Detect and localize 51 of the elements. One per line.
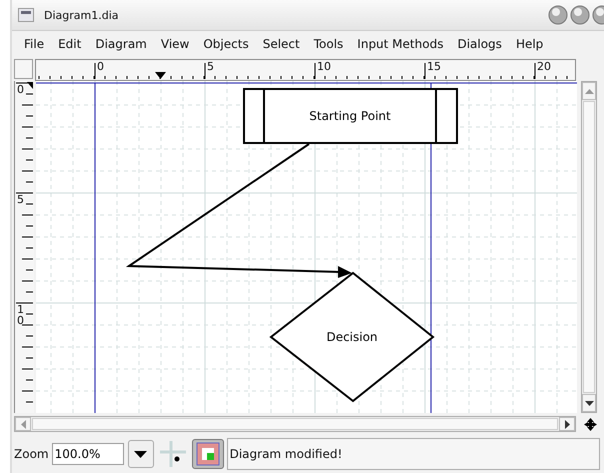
scroll-thumb[interactable]: [583, 101, 595, 393]
shape-label: Decision: [326, 330, 378, 344]
window-button-icon[interactable]: [592, 5, 604, 25]
zoom-field[interactable]: 100.0%: [52, 443, 124, 465]
down-arrow-icon: [584, 400, 594, 406]
menu-item[interactable]: Help: [510, 37, 552, 51]
up-arrow-icon: [584, 88, 594, 94]
document-icon: [18, 8, 34, 22]
decision-shape[interactable]: [269, 272, 435, 402]
window-title: Diagram1.dia: [44, 8, 119, 22]
scroll-up-button[interactable]: [582, 82, 596, 100]
zoom-label: Zoom: [14, 447, 49, 461]
pointer-marker-icon: [155, 72, 166, 79]
scroll-thumb[interactable]: [32, 418, 558, 430]
horizontal-scrollbar[interactable]: [14, 416, 576, 432]
zoom-dropdown-button[interactable]: [128, 440, 154, 468]
ruler-label: 10: [17, 304, 24, 326]
ruler-label: 10: [317, 61, 331, 73]
scroll-left-button[interactable]: [15, 417, 31, 431]
window-button-icon[interactable]: [570, 5, 590, 25]
menu-item[interactable]: View: [154, 37, 198, 51]
ruler-label: 15: [427, 61, 441, 73]
right-arrow-icon: [564, 420, 570, 428]
left-arrow-icon: [20, 420, 26, 428]
caret-icon: [134, 450, 148, 458]
pointer-marker-icon: [27, 82, 33, 89]
menu-item[interactable]: Dialogs: [451, 37, 510, 51]
move-icon[interactable]: [584, 418, 597, 430]
ruler-label: 20: [537, 61, 551, 73]
scroll-down-button[interactable]: [582, 394, 596, 412]
vertical-scrollbar[interactable]: [581, 81, 597, 413]
scroll-right-button[interactable]: [559, 417, 575, 431]
window-button-icon[interactable]: [548, 5, 568, 25]
status-message: Diagram modified!: [230, 447, 342, 461]
menu-item[interactable]: Input Methods: [351, 37, 452, 51]
ruler-corner: [14, 59, 33, 79]
diagram-canvas[interactable]: Starting Point Decision: [36, 81, 577, 413]
ruler-label: 5: [17, 194, 24, 205]
menu-item[interactable]: File: [18, 37, 52, 51]
connector-arrow[interactable]: [126, 143, 352, 278]
menu-item[interactable]: Diagram: [89, 37, 155, 51]
object-snap-toggle[interactable]: [192, 439, 224, 469]
shape-label: Starting Point: [309, 109, 391, 123]
ruler-label: 0: [17, 84, 24, 95]
menu-item[interactable]: Edit: [52, 37, 90, 51]
menu-item[interactable]: Tools: [308, 37, 352, 51]
ruler-label: 5: [207, 61, 214, 73]
menu-item[interactable]: Select: [256, 37, 308, 51]
ruler-label: 0: [97, 61, 104, 73]
process-shape[interactable]: [243, 88, 458, 144]
menu-item[interactable]: Objects: [197, 37, 257, 51]
